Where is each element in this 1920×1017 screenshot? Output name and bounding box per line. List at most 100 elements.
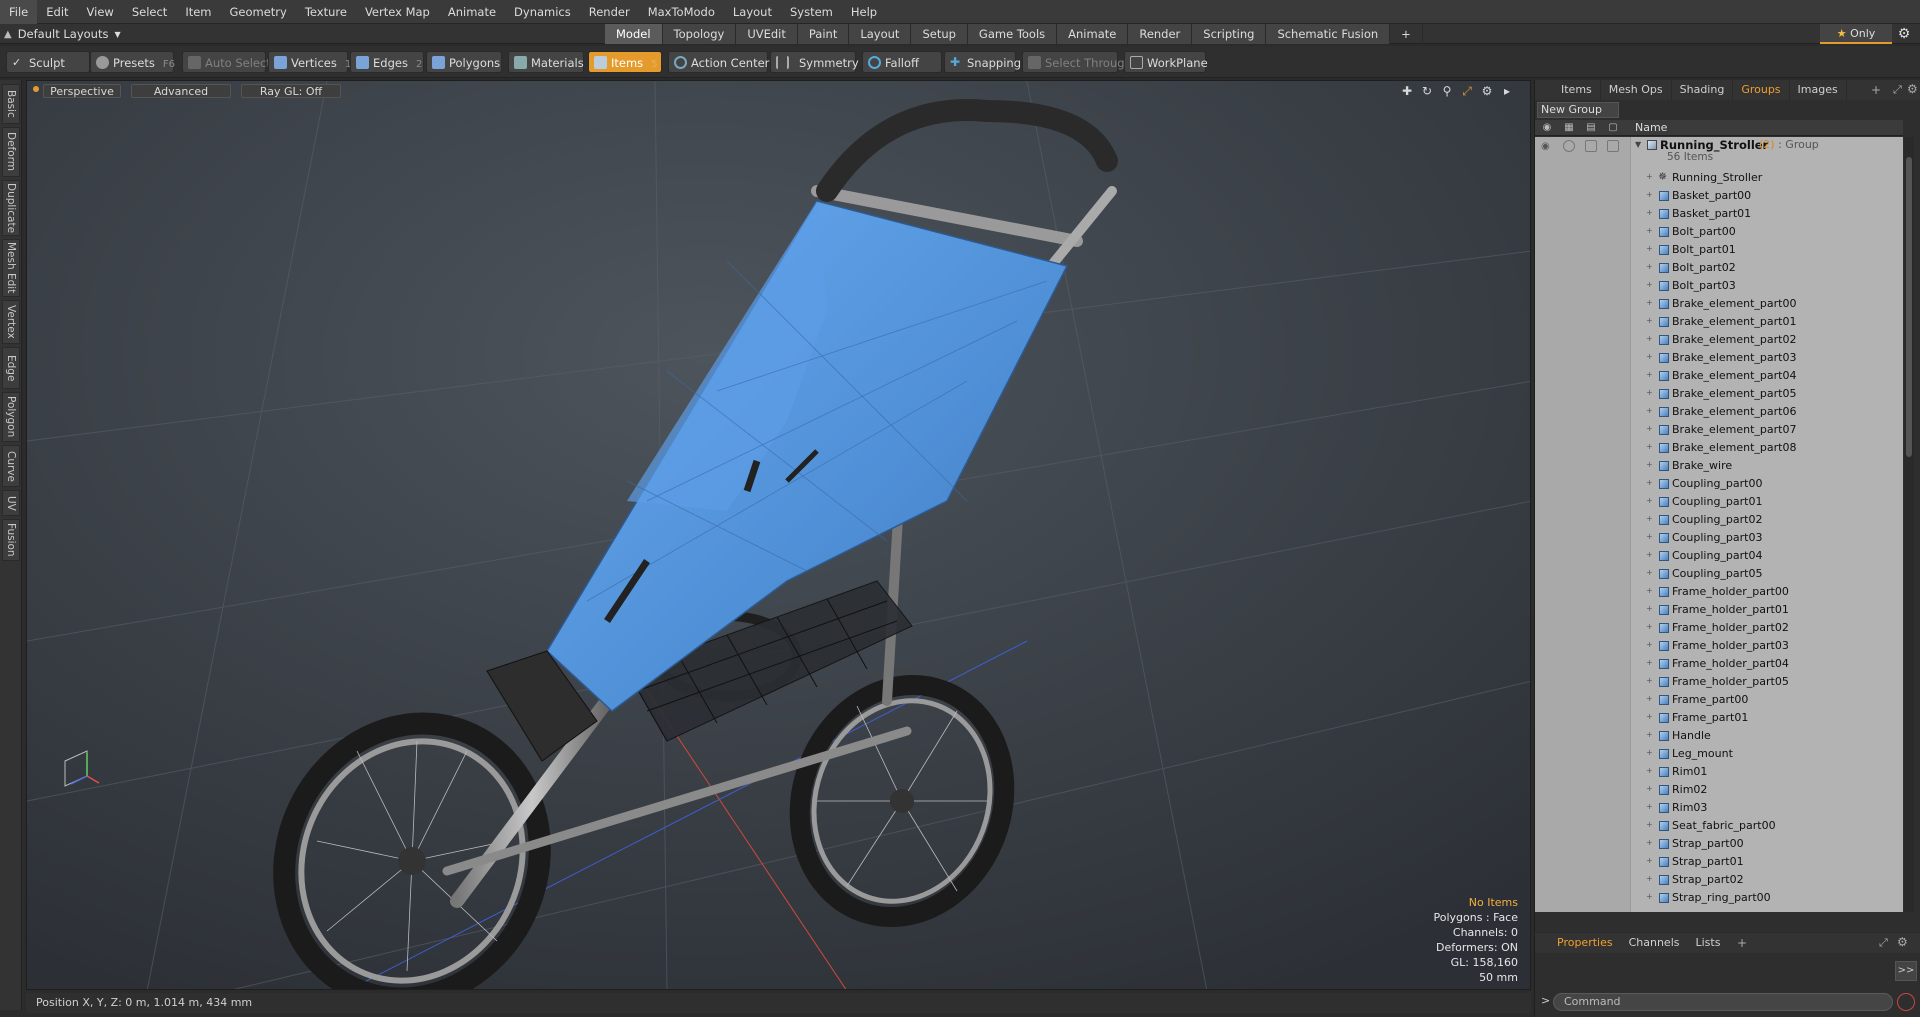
list-item[interactable]: + Coupling_part00: [1535, 475, 1903, 493]
list-item[interactable]: + Seat_fabric_part00: [1535, 817, 1903, 835]
expand-icon[interactable]: +: [1646, 586, 1653, 595]
expand-icon[interactable]: +: [1646, 334, 1653, 343]
menu-select[interactable]: Select: [123, 0, 176, 24]
expand-icon[interactable]: +: [1646, 694, 1653, 703]
expand-icon[interactable]: +: [1646, 856, 1653, 865]
fit-view-icon[interactable]: ⤢: [1460, 84, 1474, 98]
expand-icon[interactable]: +: [1646, 550, 1653, 559]
list-item[interactable]: + Bolt_part01: [1535, 241, 1903, 259]
tool-tab-polygon[interactable]: Polygon: [2, 392, 20, 442]
vertices-button[interactable]: Vertices 1: [268, 51, 351, 73]
panel-tab-shading[interactable]: Shading: [1672, 80, 1734, 100]
expand-icon[interactable]: +: [1646, 190, 1653, 199]
list-item[interactable]: + Strap_part01: [1535, 853, 1903, 871]
group-select-icon[interactable]: [1607, 140, 1619, 152]
tab-schematic-fusion[interactable]: Schematic Fusion: [1266, 24, 1391, 44]
menu-help[interactable]: Help: [842, 0, 886, 24]
expand-icon[interactable]: +: [1646, 802, 1653, 811]
gear-icon[interactable]: ⚙: [1896, 26, 1912, 42]
panel-add-tab-icon[interactable]: +: [1871, 83, 1881, 97]
list-item[interactable]: + Brake_wire: [1535, 457, 1903, 475]
expand-icon[interactable]: +: [1646, 496, 1653, 505]
auto-select-button[interactable]: Auto Select: [182, 51, 271, 73]
tab-setup[interactable]: Setup: [911, 24, 968, 44]
tool-tab-uv[interactable]: UV: [2, 490, 20, 516]
menu-item[interactable]: Item: [176, 0, 220, 24]
group-visible-icon[interactable]: ◉: [1541, 141, 1553, 153]
expand-icon[interactable]: +: [1646, 244, 1653, 253]
tool-tab-fusion[interactable]: Fusion: [2, 519, 20, 561]
zoom-view-icon[interactable]: ⚲: [1440, 84, 1454, 98]
list-item[interactable]: + Frame_part00: [1535, 691, 1903, 709]
shading-dropdown[interactable]: Advanced: [131, 84, 231, 98]
expand-icon[interactable]: +: [1646, 298, 1653, 307]
group-row-running-stroller[interactable]: ◉ ▼ Running_Stroller (2) : Group 56 Item…: [1535, 137, 1903, 167]
expand-icon[interactable]: +: [1646, 262, 1653, 271]
menu-render[interactable]: Render: [580, 0, 639, 24]
presets-button[interactable]: Presets F6: [90, 51, 175, 73]
expand-icon[interactable]: +: [1646, 478, 1653, 487]
3d-viewport[interactable]: Perspective Advanced Ray GL: Off ✚ ↻ ⚲ ⤢…: [26, 80, 1531, 990]
list-item[interactable]: + Frame_holder_part01: [1535, 601, 1903, 619]
tool-tab-curve[interactable]: Curve: [2, 445, 20, 487]
list-item[interactable]: + Bolt_part03: [1535, 277, 1903, 295]
list-item[interactable]: + Strap_part00: [1535, 835, 1903, 853]
expand-arrow-icon[interactable]: ▼: [1635, 140, 1641, 149]
properties-expand-button[interactable]: >>: [1895, 961, 1917, 981]
expand-icon[interactable]: +: [1646, 460, 1653, 469]
list-item[interactable]: + Coupling_part02: [1535, 511, 1903, 529]
list-item[interactable]: + Brake_element_part08: [1535, 439, 1903, 457]
panel-tab-mesh-ops[interactable]: Mesh Ops: [1601, 80, 1672, 100]
viewport-settings-icon[interactable]: ⚙: [1480, 84, 1494, 98]
expand-icon[interactable]: +: [1646, 640, 1653, 649]
list-item[interactable]: + Frame_holder_part05: [1535, 673, 1903, 691]
expand-icon[interactable]: +: [1646, 784, 1653, 793]
tool-tab-deform[interactable]: Deform: [2, 127, 20, 177]
expand-icon[interactable]: +: [1646, 406, 1653, 415]
tab-layout[interactable]: Layout: [849, 24, 912, 44]
properties-tab-properties[interactable]: Properties: [1549, 933, 1621, 953]
scrollbar-thumb[interactable]: [1906, 157, 1912, 457]
tab-model[interactable]: Model: [605, 24, 663, 44]
expand-icon[interactable]: +: [1646, 712, 1653, 721]
tool-tab-duplicate[interactable]: Duplicate: [2, 180, 20, 236]
menu-maxtomodo[interactable]: MaxToModo: [639, 0, 724, 24]
tab-render[interactable]: Render: [1128, 24, 1193, 44]
rotate-view-icon[interactable]: ↻: [1420, 84, 1434, 98]
properties-gear-icon[interactable]: ⚙: [1897, 935, 1908, 949]
group-lock-icon[interactable]: [1585, 140, 1597, 152]
list-item[interactable]: + Handle: [1535, 727, 1903, 745]
tab-paint[interactable]: Paint: [797, 24, 850, 44]
viewport-menu-icon[interactable]: ▸: [1500, 84, 1514, 98]
sculpt-button[interactable]: ✓ Sculpt: [6, 51, 90, 73]
expand-icon[interactable]: +: [1646, 838, 1653, 847]
list-item[interactable]: + Coupling_part05: [1535, 565, 1903, 583]
list-item[interactable]: + Frame_holder_part04: [1535, 655, 1903, 673]
list-item[interactable]: + Coupling_part03: [1535, 529, 1903, 547]
raygl-toggle[interactable]: Ray GL: Off: [241, 84, 341, 98]
expand-icon[interactable]: +: [1646, 208, 1653, 217]
list-item[interactable]: + Frame_part01: [1535, 709, 1903, 727]
tab-topology[interactable]: Topology: [662, 24, 737, 44]
menu-texture[interactable]: Texture: [296, 0, 356, 24]
list-item[interactable]: + Rim01: [1535, 763, 1903, 781]
action-center-button[interactable]: Action Center: [668, 51, 769, 73]
menu-vertex-map[interactable]: Vertex Map: [356, 0, 439, 24]
menu-layout[interactable]: Layout: [724, 0, 781, 24]
expand-icon[interactable]: +: [1646, 370, 1653, 379]
list-item[interactable]: + Leg_mount: [1535, 745, 1903, 763]
list-item[interactable]: + Coupling_part01: [1535, 493, 1903, 511]
menu-geometry[interactable]: Geometry: [221, 0, 296, 24]
menu-file[interactable]: File: [0, 0, 38, 24]
menu-view[interactable]: View: [78, 0, 123, 24]
expand-icon[interactable]: +: [1646, 388, 1653, 397]
expand-icon[interactable]: +: [1646, 676, 1653, 685]
list-item[interactable]: + Brake_element_part00: [1535, 295, 1903, 313]
expand-icon[interactable]: +: [1646, 766, 1653, 775]
tool-tab-mesh-edit[interactable]: Mesh Edit: [2, 239, 20, 297]
expand-icon[interactable]: +: [1646, 730, 1653, 739]
expand-icon[interactable]: +: [1646, 172, 1653, 181]
expand-icon[interactable]: +: [1646, 532, 1653, 541]
list-item[interactable]: + Basket_part01: [1535, 205, 1903, 223]
expand-icon[interactable]: +: [1646, 424, 1653, 433]
